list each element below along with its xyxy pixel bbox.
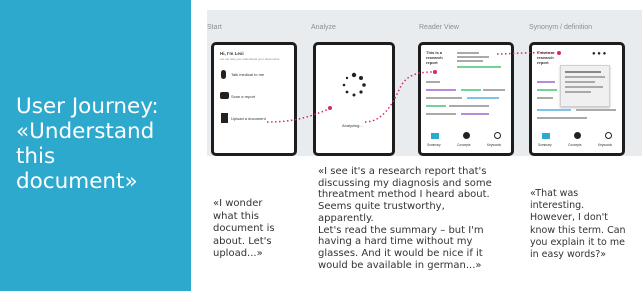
text-line	[449, 105, 489, 107]
reader-nav-keywords[interactable]: Keywords	[487, 143, 501, 148]
text-line	[565, 86, 603, 88]
document-icon	[221, 113, 228, 123]
synonym-nav-concepts[interactable]: Concepts	[568, 143, 581, 148]
loading-spinner-icon	[342, 72, 366, 97]
microphone-icon	[221, 70, 226, 79]
tablet-synonym: This is a research report ● ● ● Summary …	[529, 42, 625, 156]
highlight-line	[426, 105, 446, 107]
highlight-line	[426, 89, 456, 91]
definition-popup	[560, 65, 610, 107]
highlight-line	[461, 113, 489, 115]
tablet-reader: This is a research report Summary Concep…	[418, 42, 514, 156]
text-line	[457, 52, 479, 54]
stage-label-reader: Reader View	[419, 24, 459, 31]
text-line	[565, 81, 595, 83]
highlight-line	[461, 89, 481, 91]
reader-nav-summary[interactable]: Summary	[427, 143, 441, 148]
highlight-line	[537, 89, 557, 91]
tablet-start: Hi, I'm Lexi Let me help you understand …	[211, 42, 297, 156]
text-line	[457, 56, 489, 58]
lightbulb-icon[interactable]	[574, 132, 581, 139]
journey-strip: Start Analyze Reader View Synonym / defi…	[207, 10, 642, 156]
search-icon[interactable]	[605, 132, 612, 139]
synonym-nav-summary[interactable]: Summary	[538, 143, 552, 148]
text-line	[426, 81, 440, 83]
stage-label-synonym: Synonym / definition	[529, 24, 593, 31]
start-option-talk[interactable]: Talk medical to me	[231, 72, 264, 77]
reader-nav-concepts[interactable]: Concepts	[457, 143, 470, 148]
summary-icon[interactable]	[542, 133, 550, 139]
synonym-heading: This is a research report	[537, 50, 554, 65]
title-panel: User Journey: «Understand this document»	[0, 0, 191, 291]
quote-synonym: «That was interesting. However, I don't …	[530, 188, 626, 261]
stage-label-analyze: Analyze	[311, 24, 336, 31]
text-line	[565, 71, 601, 73]
journey-title: User Journey: «Understand this document»	[16, 94, 159, 194]
synonym-nav-keywords[interactable]: Keywords	[598, 143, 612, 148]
quote-start: «I wonder what this document is about. L…	[213, 198, 275, 259]
highlight-line	[457, 66, 501, 68]
highlight-line	[467, 97, 499, 99]
summary-icon[interactable]	[431, 133, 439, 139]
text-line	[565, 76, 605, 78]
search-icon[interactable]	[494, 132, 501, 139]
reader-heading: This is a research report	[426, 50, 443, 65]
text-line	[426, 97, 462, 99]
start-option-scan[interactable]: Scan a report	[231, 94, 255, 99]
quote-reader: «I see it's a research report that's dis…	[318, 166, 492, 271]
text-line	[537, 97, 553, 99]
toolbar-icons: ● ● ●	[592, 51, 607, 57]
start-option-upload[interactable]: Upload a document	[231, 116, 266, 121]
camera-icon	[220, 92, 229, 99]
analyze-status: Analyzing...	[342, 123, 363, 128]
tablet-analyze: Analyzing...	[313, 42, 395, 156]
text-line	[537, 117, 587, 119]
stage-label-start: Start	[207, 24, 222, 31]
start-subtitle: Let me help you understand your document…	[220, 57, 280, 61]
text-line	[565, 91, 591, 93]
highlight-line	[537, 81, 555, 83]
text-line	[426, 113, 456, 115]
highlight-line	[537, 109, 571, 111]
lightbulb-icon[interactable]	[463, 132, 470, 139]
text-line	[483, 89, 505, 91]
text-line	[576, 109, 616, 111]
start-greeting: Hi, I'm Lexi	[220, 51, 244, 56]
text-line	[457, 60, 483, 62]
